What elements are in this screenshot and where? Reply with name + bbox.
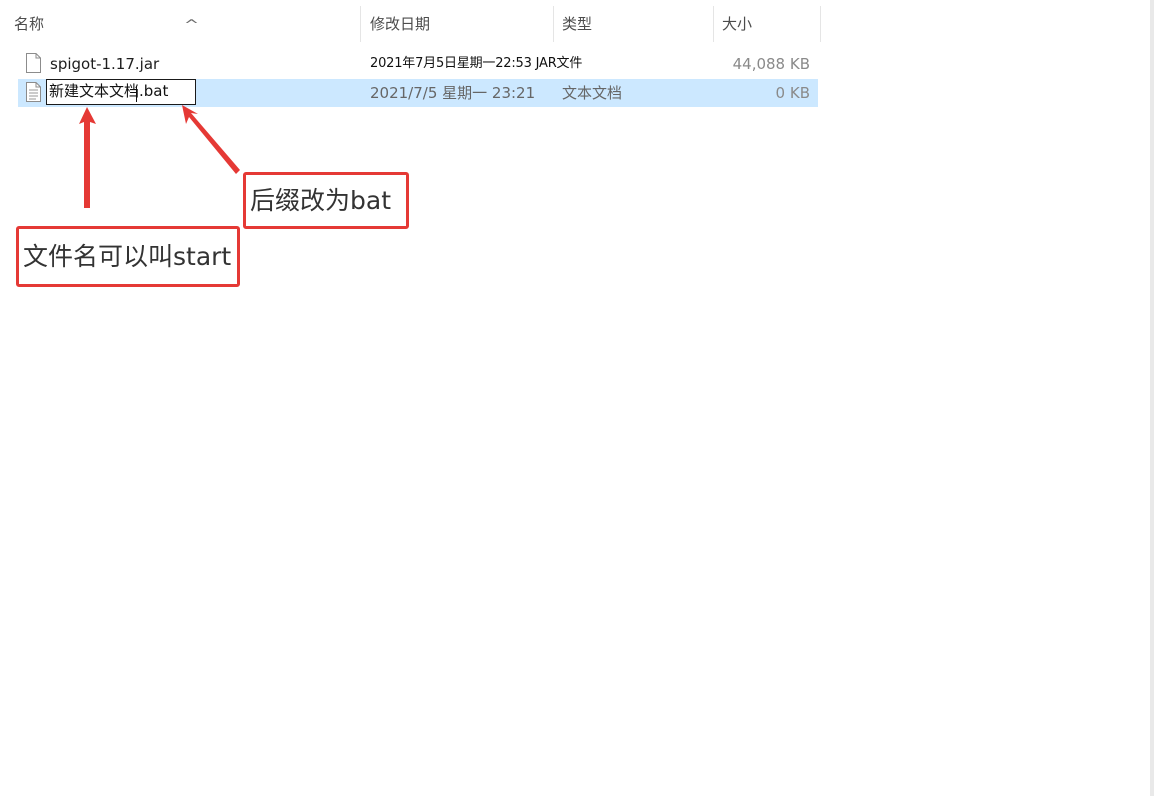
callout-suffix-note: 后缀改为bat [243, 172, 409, 229]
window-edge [1150, 0, 1154, 796]
callout-filename-note: 文件名可以叫start [16, 226, 240, 287]
file-explorer-view: 名称 ^ 修改日期 类型 大小 spigot-1.17.jar 2021年7月5… [0, 0, 1154, 796]
annotation-arrows [79, 105, 240, 208]
callout-filename-text: 文件名可以叫start [23, 242, 232, 271]
callout-suffix-text: 后缀改为bat [250, 186, 391, 215]
filename-arrow-icon [79, 107, 96, 208]
suffix-arrow-icon [182, 105, 240, 174]
